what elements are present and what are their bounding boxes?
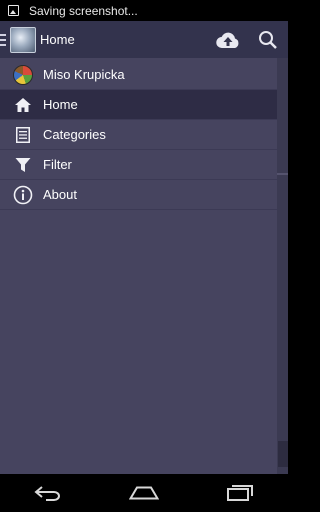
drawer-item-label: About	[43, 187, 77, 202]
drawer-item-profile[interactable]: Miso Krupicka	[0, 60, 277, 90]
cloud-upload-icon	[216, 32, 239, 48]
back-button[interactable]	[18, 474, 78, 512]
home-nav-icon	[129, 486, 159, 500]
info-icon	[13, 185, 32, 204]
search-icon	[259, 30, 277, 49]
content-area-edge	[277, 58, 288, 474]
status-bar: Saving screenshot...	[0, 0, 288, 21]
system-nav-bar	[0, 474, 288, 512]
recents-icon	[227, 485, 253, 501]
home-icon	[14, 97, 31, 112]
avatar	[12, 64, 33, 85]
status-notification-text: Saving screenshot...	[29, 3, 138, 18]
app-logo-icon[interactable]	[10, 26, 36, 53]
filter-icon	[15, 157, 30, 172]
list-icon	[15, 126, 30, 143]
drawer-item-home[interactable]: Home	[0, 90, 277, 120]
recents-button[interactable]	[210, 474, 270, 512]
drawer-item-label: Home	[43, 97, 78, 112]
action-bar: Home	[0, 21, 288, 58]
drawer-item-about[interactable]: About	[0, 180, 277, 210]
cloud-upload-button[interactable]	[208, 21, 248, 58]
home-nav-button[interactable]	[114, 474, 174, 512]
navigation-drawer: Miso Krupicka Home Categories Filter Abo…	[0, 58, 277, 474]
back-icon	[34, 486, 60, 501]
drawer-item-label: Miso Krupicka	[43, 67, 125, 82]
drawer-toggle-icon[interactable]	[0, 21, 9, 58]
drawer-item-filter[interactable]: Filter	[0, 150, 277, 180]
drawer-item-label: Filter	[43, 157, 72, 172]
action-bar-title[interactable]: Home	[40, 32, 75, 47]
drawer-item-categories[interactable]: Categories	[0, 120, 277, 150]
screenshot-icon	[8, 5, 19, 16]
drawer-item-label: Categories	[43, 127, 106, 142]
search-button[interactable]	[248, 21, 288, 58]
